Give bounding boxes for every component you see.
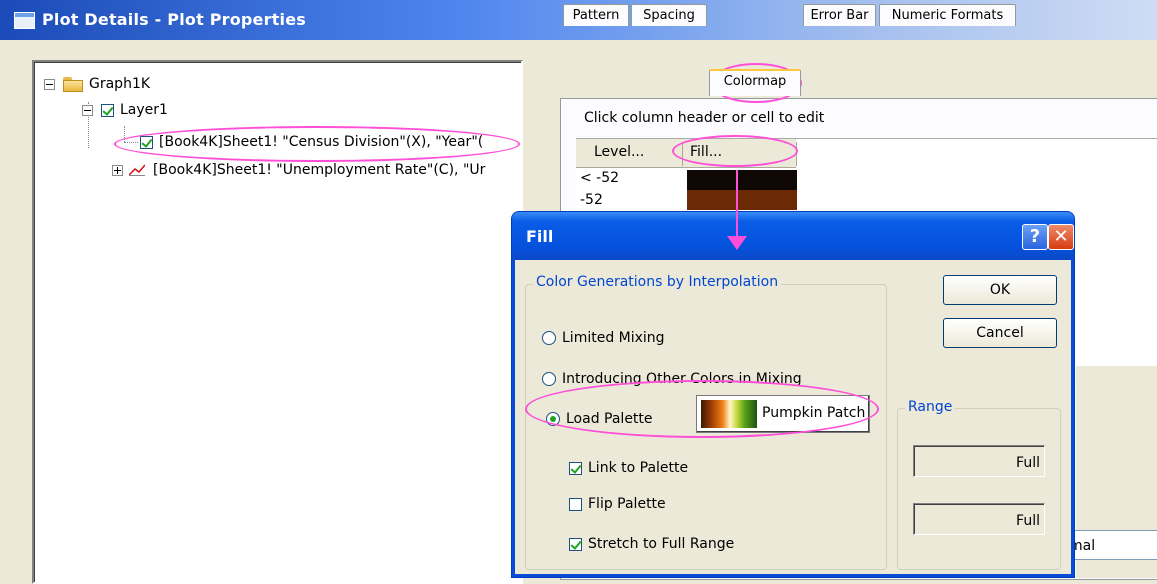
checkbox[interactable] bbox=[569, 497, 582, 511]
check-stretch-range[interactable]: Stretch to Full Range bbox=[569, 536, 734, 552]
fill-swatch[interactable] bbox=[687, 170, 797, 190]
tree-item-layer[interactable]: Layer1 bbox=[82, 102, 168, 118]
collapse-toggle-icon[interactable] bbox=[82, 104, 93, 116]
window-title: Plot Details - Plot Properties bbox=[42, 10, 307, 29]
fill-swatch[interactable] bbox=[687, 190, 797, 210]
partial-dropdown-field[interactable]: mal bbox=[1066, 530, 1157, 560]
checkbox[interactable] bbox=[569, 537, 582, 551]
range-group-label: Range bbox=[905, 399, 956, 415]
close-button[interactable]: ✕ bbox=[1048, 224, 1074, 250]
radio-label: Load Palette bbox=[566, 411, 653, 427]
tab-colormap[interactable]: Colormap bbox=[709, 69, 801, 96]
palette-select-button[interactable]: Pumpkin Patch bbox=[696, 395, 870, 433]
tree-item-graph[interactable]: Graph1K bbox=[44, 76, 150, 92]
radio-limited-mixing[interactable]: Limited Mixing bbox=[542, 330, 665, 346]
range-to-field[interactable]: Full bbox=[913, 503, 1045, 535]
range-groupbox bbox=[897, 408, 1061, 570]
radio-label: Limited Mixing bbox=[562, 330, 665, 346]
ok-button[interactable]: OK bbox=[943, 275, 1057, 305]
tree-label-plot1: [Book4K]Sheet1! "Census Division"(X), "Y… bbox=[159, 134, 484, 150]
tab-spacing[interactable]: Spacing bbox=[631, 4, 707, 26]
check-label: Link to Palette bbox=[588, 460, 689, 476]
line-plot-icon bbox=[129, 164, 145, 176]
cancel-button[interactable]: Cancel bbox=[943, 318, 1057, 348]
level-column-header[interactable]: Level... bbox=[594, 144, 644, 160]
level-cell[interactable]: < -52 bbox=[580, 170, 619, 186]
radio-button[interactable] bbox=[546, 412, 560, 426]
tree-label-plot2: [Book4K]Sheet1! "Unemployment Rate"(C), … bbox=[153, 162, 486, 178]
folder-icon bbox=[63, 76, 83, 92]
collapse-toggle-icon[interactable] bbox=[44, 78, 55, 90]
radio-button[interactable] bbox=[542, 372, 556, 386]
checkbox[interactable] bbox=[569, 461, 582, 475]
layer-checkbox[interactable] bbox=[101, 103, 114, 117]
check-label: Flip Palette bbox=[588, 496, 666, 512]
palette-gradient-preview bbox=[701, 400, 757, 428]
tree-label-graph: Graph1K bbox=[89, 76, 151, 92]
window-icon bbox=[14, 12, 35, 29]
annotation-arrow-line bbox=[736, 170, 738, 238]
tree-label-layer: Layer1 bbox=[120, 102, 168, 118]
plot1-checkbox[interactable] bbox=[140, 135, 153, 149]
radio-button[interactable] bbox=[542, 331, 556, 345]
help-button[interactable]: ? bbox=[1022, 224, 1048, 250]
plot-tree-panel[interactable]: Graph1K Layer1 [Book4K]Sheet1! "Census D… bbox=[32, 60, 523, 584]
column-divider bbox=[682, 142, 683, 166]
range-from-field[interactable]: Full bbox=[913, 445, 1045, 477]
colormap-hint: Click column header or cell to edit bbox=[584, 110, 825, 126]
check-link-palette[interactable]: Link to Palette bbox=[569, 460, 688, 476]
tab-numeric-formats[interactable]: Numeric Formats bbox=[879, 4, 1016, 26]
fill-dialog-body: Color Generations by Interpolation Limit… bbox=[515, 260, 1071, 574]
level-cell[interactable]: -52 bbox=[580, 192, 603, 208]
fill-column-header[interactable]: Fill... bbox=[690, 144, 722, 160]
palette-name: Pumpkin Patch bbox=[762, 405, 866, 421]
check-flip-palette[interactable]: Flip Palette bbox=[569, 496, 666, 512]
fill-dialog-title: Fill bbox=[526, 227, 554, 246]
radio-introducing-colors[interactable]: Introducing Other Colors in Mixing bbox=[542, 371, 802, 387]
column-divider bbox=[796, 142, 797, 166]
expand-toggle-icon[interactable] bbox=[112, 164, 123, 176]
fill-dialog[interactable]: Fill ? ✕ Color Generations by Interpolat… bbox=[512, 212, 1074, 577]
tab-pattern[interactable]: Pattern bbox=[563, 4, 629, 26]
radio-load-palette[interactable]: Load Palette bbox=[546, 411, 653, 427]
interpolation-group-label: Color Generations by Interpolation bbox=[533, 274, 782, 290]
fill-dialog-titlebar[interactable]: Fill ? ✕ bbox=[512, 212, 1074, 260]
radio-label: Introducing Other Colors in Mixing bbox=[562, 371, 802, 387]
annotation-arrow-head bbox=[727, 236, 747, 250]
check-label: Stretch to Full Range bbox=[588, 536, 735, 552]
tree-item-plot1[interactable]: [Book4K]Sheet1! "Census Division"(X), "Y… bbox=[140, 134, 483, 150]
tree-item-plot2[interactable]: [Book4K]Sheet1! "Unemployment Rate"(C), … bbox=[112, 162, 485, 178]
tab-error-bar[interactable]: Error Bar bbox=[803, 4, 876, 26]
